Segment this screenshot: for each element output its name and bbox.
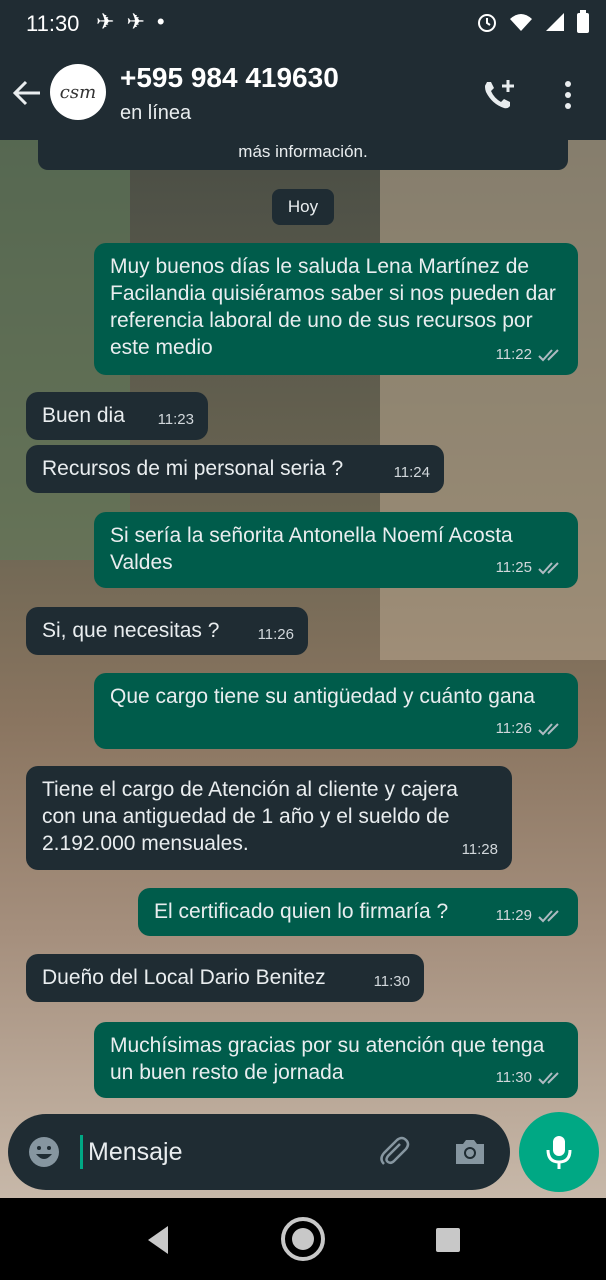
message-composer bbox=[8, 1114, 510, 1190]
message-bubble[interactable]: Muy buenos días le saluda Lena Martínez … bbox=[94, 243, 578, 375]
message-input[interactable] bbox=[80, 1132, 368, 1172]
status-time: 11:30 bbox=[26, 11, 80, 36]
message-bubble[interactable]: Buen dia 11:23 bbox=[26, 392, 208, 440]
day-separator: Hoy bbox=[272, 189, 334, 225]
mic-icon bbox=[546, 1136, 572, 1169]
notification-icons: ✈✈• bbox=[96, 9, 177, 35]
message-time: 11:22 bbox=[495, 346, 532, 363]
message-bubble[interactable]: El certificado quien lo firmaría ? 11:29 bbox=[138, 888, 578, 936]
nav-recent-icon[interactable] bbox=[434, 1226, 462, 1254]
message-text: Tiene el cargo de Atención al cliente y … bbox=[42, 778, 458, 855]
bird-icon: ✈ bbox=[126, 9, 157, 34]
message-bubble[interactable]: Muchísimas gracias por su atención que t… bbox=[94, 1022, 578, 1098]
message-time: 11:28 bbox=[461, 841, 498, 858]
encryption-banner[interactable]: más información. bbox=[38, 140, 568, 170]
message-text: El certificado quien lo firmaría ? bbox=[154, 900, 449, 923]
double-check-icon bbox=[538, 348, 559, 361]
camera-icon[interactable] bbox=[452, 1134, 488, 1170]
message-text: Buen dia bbox=[42, 404, 125, 427]
chat-area[interactable]: más información. Hoy Muy buenos días le … bbox=[0, 140, 606, 1198]
message-bubble[interactable]: Si, que necesitas ? 11:26 bbox=[26, 607, 308, 655]
add-call-icon[interactable] bbox=[480, 78, 518, 112]
nav-back-icon[interactable] bbox=[144, 1220, 172, 1260]
mic-button[interactable] bbox=[519, 1112, 599, 1192]
message-time: 11:26 bbox=[257, 626, 294, 643]
alarm-icon bbox=[478, 14, 496, 32]
message-time: 11:25 bbox=[495, 559, 532, 576]
dot-icon: • bbox=[156, 9, 177, 34]
avatar[interactable]: csm bbox=[50, 64, 106, 120]
double-check-icon bbox=[538, 561, 559, 574]
contact-status: en línea bbox=[120, 102, 192, 124]
message-time: 11:26 bbox=[495, 720, 532, 737]
message-text: Muy buenos días le saluda Lena Martínez … bbox=[110, 255, 556, 359]
status-bar: 11:30 ✈✈• bbox=[0, 0, 606, 48]
message-text: Dueño del Local Dario Benitez bbox=[42, 966, 326, 989]
message-text: Muchísimas gracias por su atención que t… bbox=[110, 1034, 545, 1084]
message-bubble[interactable]: Tiene el cargo de Atención al cliente y … bbox=[26, 766, 512, 870]
message-bubble[interactable]: Si sería la señorita Antonella Noemí Aco… bbox=[94, 512, 578, 588]
emoji-icon[interactable] bbox=[26, 1134, 62, 1170]
message-text: Si, que necesitas ? bbox=[42, 619, 220, 642]
message-time: 11:23 bbox=[157, 411, 194, 428]
double-check-icon bbox=[538, 1071, 559, 1084]
wifi-icon bbox=[510, 14, 532, 31]
message-text: Que cargo tiene su antigüedad y cuánto g… bbox=[110, 685, 535, 708]
attach-icon[interactable] bbox=[376, 1134, 412, 1170]
message-time: 11:30 bbox=[373, 973, 410, 990]
more-icon[interactable] bbox=[556, 78, 580, 112]
system-icons bbox=[476, 10, 590, 34]
message-time: 11:24 bbox=[393, 464, 430, 481]
nav-home-icon[interactable] bbox=[280, 1216, 326, 1262]
back-arrow-icon[interactable] bbox=[10, 76, 44, 110]
system-nav-bar bbox=[0, 1198, 606, 1280]
message-bubble[interactable]: Que cargo tiene su antigüedad y cuánto g… bbox=[94, 673, 578, 749]
contact-name[interactable]: +595 984 419630 bbox=[120, 62, 339, 94]
double-check-icon bbox=[538, 909, 559, 922]
message-text: Recursos de mi personal seria ? bbox=[42, 457, 344, 480]
double-check-icon bbox=[538, 722, 559, 735]
message-bubble[interactable]: Dueño del Local Dario Benitez 11:30 bbox=[26, 954, 424, 1002]
message-time: 11:29 bbox=[495, 907, 532, 924]
chat-header: csm +595 984 419630 en línea bbox=[0, 48, 606, 140]
signal-icon bbox=[546, 13, 564, 31]
battery-icon bbox=[577, 10, 589, 33]
bird-icon: ✈ bbox=[96, 9, 127, 34]
message-bubble[interactable]: Recursos de mi personal seria ? 11:24 bbox=[26, 445, 444, 493]
message-text: Si sería la señorita Antonella Noemí Aco… bbox=[110, 524, 513, 574]
message-time: 11:30 bbox=[495, 1069, 532, 1086]
